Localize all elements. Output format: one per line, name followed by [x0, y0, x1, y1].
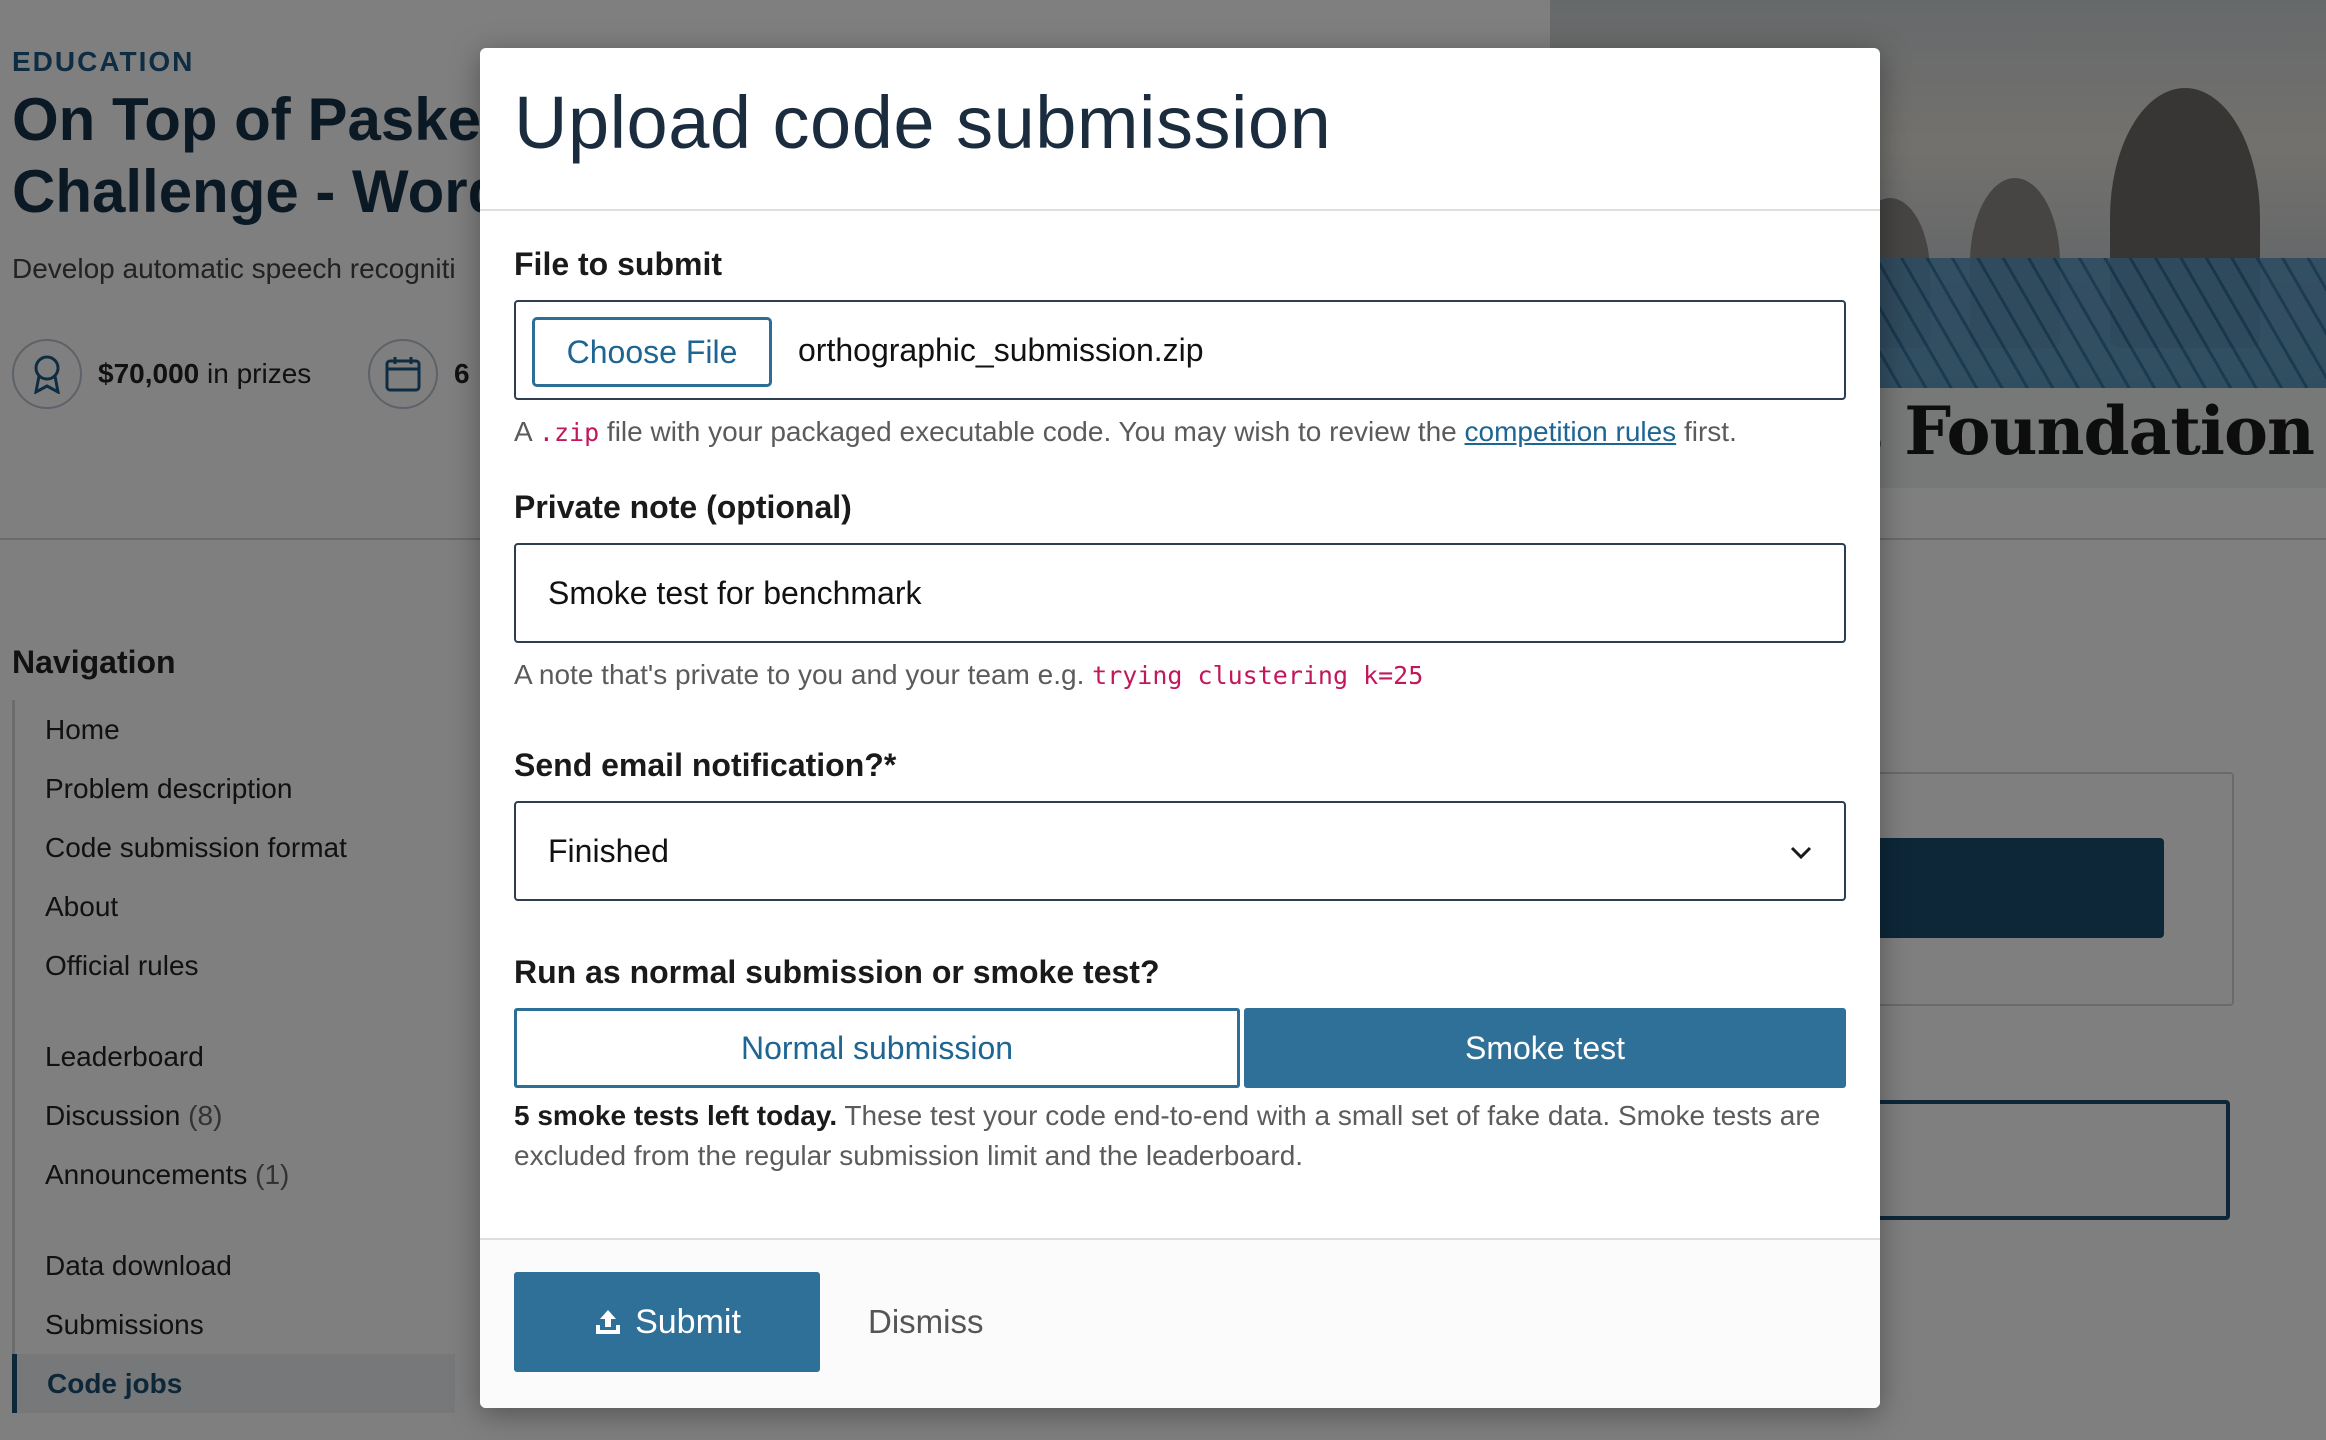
note-label: Private note (optional) [514, 489, 852, 525]
note-help-text: A note that's private to you and your te… [514, 659, 1424, 690]
private-note-value: Smoke test for benchmark [548, 575, 922, 611]
upload-submission-modal: Upload code submission File to submit Ch… [480, 48, 1880, 1408]
smoke-test-note: 5 smoke tests left today. These test you… [514, 1100, 1821, 1171]
modal-header: Upload code submission [480, 48, 1880, 211]
email-notification-select[interactable]: Finished [514, 801, 1846, 901]
smoke-tests-left: 5 smoke tests left today. [514, 1100, 838, 1131]
competition-rules-link[interactable]: competition rules [1465, 416, 1677, 447]
normal-submission-option[interactable]: Normal submission [514, 1008, 1240, 1088]
chevron-down-icon [1790, 846, 1812, 860]
file-help-text: A .zip file with your packaged executabl… [514, 416, 1737, 447]
smoke-test-option[interactable]: Smoke test [1244, 1008, 1846, 1088]
file-input[interactable]: Choose File orthographic_submission.zip [514, 300, 1846, 400]
submit-button[interactable]: Submit [514, 1272, 820, 1372]
email-label: Send email notification?* [514, 747, 897, 783]
modal-title: Upload code submission [514, 81, 1332, 164]
upload-icon [596, 1310, 621, 1334]
file-label: File to submit [514, 246, 722, 282]
zip-code-snippet: .zip [538, 418, 600, 447]
run-mode-label: Run as normal submission or smoke test? [514, 954, 1160, 990]
choose-file-button[interactable]: Choose File [532, 317, 772, 387]
note-example-code: trying clustering k=25 [1092, 661, 1424, 690]
email-notification-value: Finished [548, 833, 669, 869]
modal-footer: Submit Dismiss [480, 1238, 1880, 1408]
submit-label: Submit [635, 1302, 741, 1341]
private-note-input[interactable]: Smoke test for benchmark [514, 543, 1846, 643]
selected-file-name: orthographic_submission.zip [798, 332, 1204, 368]
dismiss-button[interactable]: Dismiss [868, 1272, 983, 1372]
